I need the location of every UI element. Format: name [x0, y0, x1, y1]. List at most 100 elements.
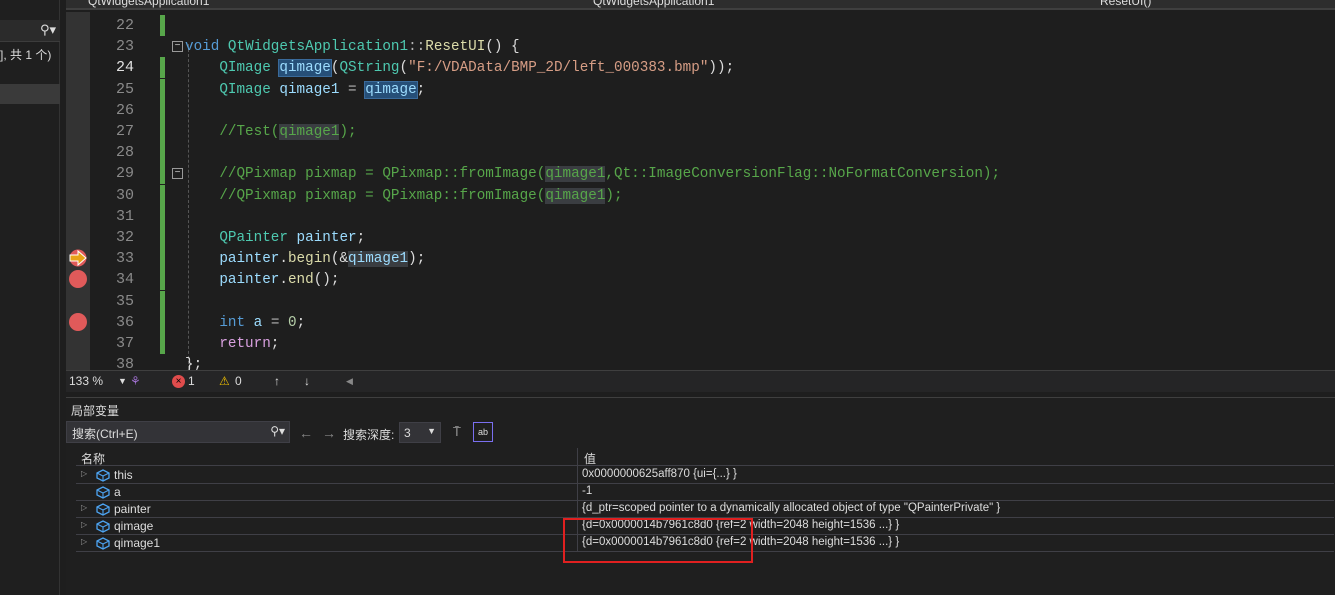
variable-value[interactable]: {d_ptr=scoped pointer to a dynamically a…: [582, 502, 1000, 514]
variable-value[interactable]: -1: [582, 485, 592, 497]
code-token: .: [279, 251, 288, 268]
code-line[interactable]: 38};: [66, 354, 1335, 370]
locals-search-input[interactable]: 搜索(Ctrl+E) ⚲▾: [66, 421, 290, 443]
code-token: //QPixmap pixmap = QPixmap::fromImage(: [185, 166, 546, 183]
code-text: QImage qimage1 = qimage;: [185, 80, 425, 100]
line-number: 23: [115, 38, 134, 56]
local-variable-row[interactable]: ▷ this 0x0000000625aff870 {ui={...} }: [76, 467, 1334, 484]
change-marker: [160, 57, 165, 79]
code-token: =: [339, 81, 366, 98]
code-line[interactable]: 28: [66, 142, 1335, 164]
next-issue-icon[interactable]: ↓: [304, 374, 310, 388]
scroll-left-icon[interactable]: ◀: [346, 376, 353, 387]
pin-icon[interactable]: ⍑: [453, 424, 461, 440]
expand-icon[interactable]: ▷: [81, 537, 87, 546]
line-number: 29: [115, 165, 134, 183]
project-dropdown[interactable]: QtWidgetsApplication1: [88, 0, 209, 8]
line-number: 24: [115, 59, 134, 77]
change-marker: [160, 15, 165, 36]
code-line[interactable]: 34 painter.end();: [66, 269, 1335, 291]
change-marker: [160, 78, 165, 100]
change-marker: [160, 99, 165, 121]
code-editor[interactable]: 22 23− void QtWidgetsApplication1::ResetUI…: [66, 12, 1335, 370]
code-line[interactable]: 24 QImage qimage(QString("F:/VDAData/BMP…: [66, 57, 1335, 79]
editor-status-bar: 133 % ▼ ⚘ × 1 ⚠ 0 ↑ ↓ ◀: [66, 370, 1335, 392]
code-text: int a = 0;: [185, 313, 305, 333]
code-token: //Test(: [185, 124, 280, 140]
code-token: QPainter: [185, 230, 297, 246]
column-header-value[interactable]: 值: [584, 450, 596, 467]
zoom-level[interactable]: 133 %: [69, 374, 103, 388]
line-number: 36: [115, 313, 134, 331]
code-line[interactable]: 23 − void QtWidgetsApplication1::ResetUI()…: [66, 36, 1335, 57]
code-token: qimage1: [545, 166, 606, 183]
code-line[interactable]: 31: [66, 205, 1335, 227]
variable-name: a: [114, 485, 121, 499]
variable-name: painter: [114, 502, 151, 516]
collapse-icon[interactable]: −: [172, 168, 183, 180]
code-token: int: [185, 314, 254, 331]
intellicode-icon[interactable]: ⚘: [130, 374, 141, 388]
code-token: qimage1: [279, 124, 340, 140]
code-line[interactable]: 27 //Test(qimage1);: [66, 121, 1335, 142]
expand-icon[interactable]: ▷: [81, 469, 87, 478]
change-marker: [160, 205, 165, 227]
previous-issue-icon[interactable]: ↑: [274, 374, 280, 388]
code-token: ;: [356, 230, 366, 246]
code-line[interactable]: 32 QPainter painter;: [66, 227, 1335, 248]
code-token: "F:/VDAData/BMP_2D/left_000383.bmp": [408, 60, 709, 77]
line-number: 27: [115, 123, 134, 140]
code-line[interactable]: 33 painter.begin(&qimage1);: [66, 248, 1335, 270]
code-token: a: [253, 314, 263, 331]
warning-count[interactable]: 0: [235, 374, 242, 388]
collapse-icon[interactable]: −: [172, 41, 183, 53]
breakpoint-icon[interactable]: [69, 312, 87, 331]
code-line[interactable]: 22: [66, 15, 1335, 36]
code-token: );: [339, 124, 357, 140]
code-token: ::: [408, 39, 426, 56]
column-header-name[interactable]: 名称: [81, 450, 105, 467]
local-variable-row[interactable]: a -1: [76, 484, 1334, 501]
forward-arrow-icon[interactable]: →: [322, 425, 336, 441]
code-text: };: [185, 355, 202, 370]
code-line[interactable]: 35: [66, 290, 1335, 312]
code-line[interactable]: 29 − //QPixmap pixmap = QPixmap::fromImag…: [66, 163, 1335, 185]
change-marker: [160, 227, 165, 248]
code-text: painter.begin(&qimage1);: [185, 249, 425, 269]
local-variable-row[interactable]: ▷ painter {d_ptr=scoped pointer to a dynam…: [76, 501, 1334, 518]
warning-icon[interactable]: ⚠: [219, 374, 230, 388]
code-token: (&: [330, 251, 349, 268]
pin-ab-icon[interactable]: ab: [473, 422, 493, 442]
scope-dropdown[interactable]: QtWidgetsApplication1: [593, 0, 714, 8]
back-arrow-icon[interactable]: ←: [299, 425, 313, 441]
code-token: begin: [287, 251, 331, 268]
search-icon[interactable]: ⚲▾: [270, 424, 285, 438]
expand-icon[interactable]: ▷: [81, 503, 87, 512]
code-text: //Test(qimage1);: [185, 122, 357, 142]
line-number: 25: [115, 80, 134, 98]
solution-search-box[interactable]: ⚲▾: [0, 20, 60, 42]
code-token: );: [605, 187, 623, 204]
change-marker: [160, 333, 165, 354]
code-line[interactable]: 37 return;: [66, 333, 1335, 354]
code-line[interactable]: 26: [66, 99, 1335, 121]
error-count[interactable]: 1: [188, 374, 195, 388]
breakpoint-icon[interactable]: [69, 270, 87, 289]
selected-item[interactable]: [0, 84, 60, 104]
code-line[interactable]: 25 QImage qimage1 = qimage;: [66, 78, 1335, 100]
error-icon[interactable]: ×: [172, 375, 185, 388]
line-number: 35: [115, 292, 134, 310]
member-dropdown[interactable]: ResetUI(): [1100, 0, 1151, 8]
code-line[interactable]: 36 int a = 0;: [66, 311, 1335, 333]
variable-object-icon: [95, 519, 110, 533]
search-depth-label: 搜索深度:: [343, 428, 395, 442]
code-line[interactable]: 30 //QPixmap pixmap = QPixmap::fromImage…: [66, 184, 1335, 206]
variable-value[interactable]: 0x0000000625aff870 {ui={...} }: [582, 468, 737, 480]
search-result-count: ], 共 1 个): [0, 48, 52, 62]
search-depth-select[interactable]: 3 ▼: [399, 422, 441, 443]
expand-icon[interactable]: ▷: [81, 520, 87, 529]
code-token: QImage: [185, 81, 280, 98]
zoom-dropdown-icon[interactable]: ▼: [118, 376, 127, 386]
variable-name: this: [114, 468, 133, 482]
variable-name: qimage1: [114, 536, 161, 550]
